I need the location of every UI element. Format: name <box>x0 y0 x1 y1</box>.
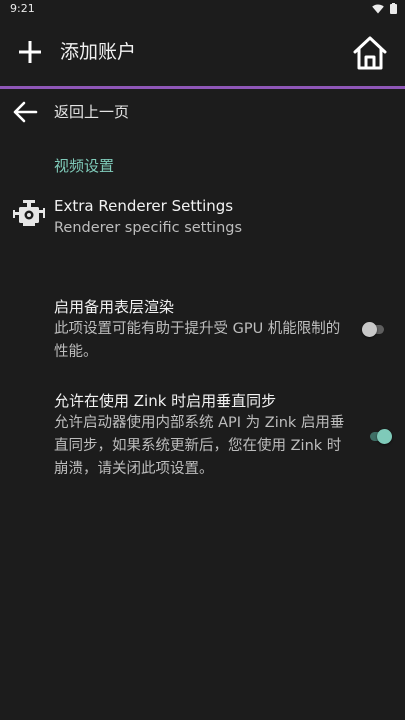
app-toolbar: 添加账户 <box>0 18 405 86</box>
battery-icon <box>390 3 397 14</box>
status-time: 9:21 <box>10 2 35 15</box>
plus-icon[interactable] <box>18 40 42 64</box>
pref-title: Extra Renderer Settings <box>54 197 234 215</box>
wifi-icon <box>372 3 384 13</box>
arrow-left-icon[interactable] <box>12 100 38 124</box>
engine-icon <box>13 200 45 226</box>
home-icon[interactable] <box>351 34 389 72</box>
pref-alternate-surface-rendering[interactable]: 启用备用表层渲染 此项设置可能有助于提升受 GPU 机能限制的性能。 <box>0 294 405 372</box>
pref-extra-renderer-settings[interactable]: Extra Renderer Settings Renderer specifi… <box>0 190 405 250</box>
toolbar-title[interactable]: 添加账户 <box>60 40 136 64</box>
pref-summary: Renderer specific settings <box>54 220 243 236</box>
toggle-switch-on[interactable] <box>370 429 394 444</box>
toolbar-divider <box>0 86 405 89</box>
status-bar: 9:21 <box>0 0 405 18</box>
back-button[interactable]: 返回上一页 <box>0 92 405 132</box>
switch-thumb <box>362 322 377 337</box>
pref-zink-vsync[interactable]: 允许在使用 Zink 时启用垂直同步 允许启动器使用内部系统 API 为 Zin… <box>0 388 405 488</box>
pref-title: 启用备用表层渲染 <box>54 298 175 316</box>
back-label[interactable]: 返回上一页 <box>54 102 129 122</box>
status-icons <box>372 3 397 14</box>
toggle-switch-off[interactable] <box>362 322 386 337</box>
switch-thumb <box>377 429 392 444</box>
section-title-video-settings: 视频设置 <box>54 157 115 175</box>
pref-title: 允许在使用 Zink 时启用垂直同步 <box>54 392 277 410</box>
pref-summary: 允许启动器使用内部系统 API 为 Zink 启用垂直同步，如果系统更新后，您在… <box>54 415 345 477</box>
pref-summary: 此项设置可能有助于提升受 GPU 机能限制的性能。 <box>54 321 341 360</box>
